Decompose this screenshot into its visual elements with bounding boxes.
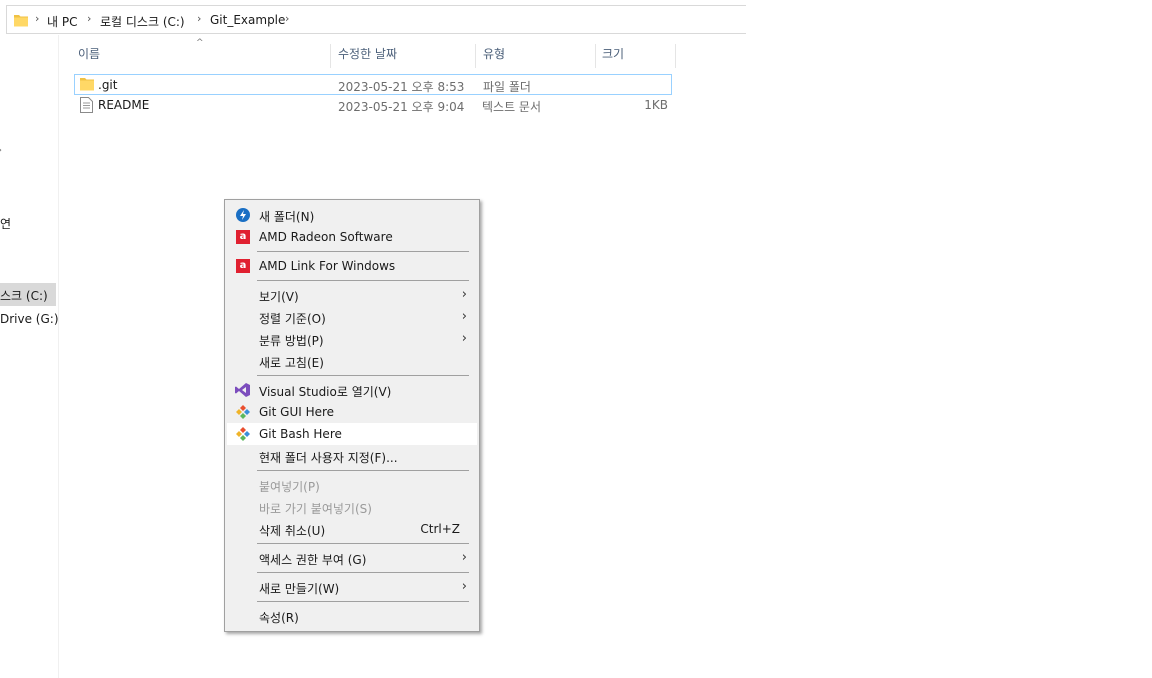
column-header-type[interactable]: 유형 [483, 45, 505, 67]
context-menu: 새 폴더(N) a AMD Radeon Software a AMD Link… [224, 199, 480, 632]
chevron-right-icon[interactable]: › [87, 12, 91, 25]
folder-icon [80, 77, 96, 94]
text-file-icon [80, 97, 93, 116]
menu-label: 새로 고침(E) [259, 356, 324, 370]
menu-separator [257, 543, 469, 544]
shortcut-label: Ctrl+Z [420, 522, 460, 536]
nav-item-partial[interactable]: 연 [0, 215, 11, 232]
menu-label: 현재 폴더 사용자 지정(F)... [259, 451, 398, 465]
navigation-pane: › 연 스크 (C:) Drive (G:) [0, 35, 59, 678]
chevron-right-icon: › [461, 550, 467, 565]
column-divider[interactable] [330, 44, 331, 68]
menu-separator [257, 251, 469, 252]
menu-label: 바로 가기 붙여넣기(S) [259, 502, 372, 516]
menu-item-git-gui[interactable]: Git GUI Here [227, 401, 477, 423]
menu-item-view[interactable]: 보기(V) › [227, 284, 477, 306]
file-size: 1KB [644, 98, 668, 112]
chevron-right-icon: › [461, 287, 467, 302]
chevron-right-icon[interactable]: › [285, 12, 289, 25]
column-divider[interactable] [675, 44, 676, 68]
folder-icon [13, 12, 29, 31]
sort-ascending-icon: ^ [196, 38, 204, 48]
breadcrumb-git-example[interactable]: Git_Example [210, 13, 285, 27]
file-type: 파일 폴더 [483, 80, 531, 94]
menu-separator [257, 375, 469, 376]
git-gui-icon [235, 404, 251, 420]
new-folder-icon [235, 207, 251, 223]
menu-label: AMD Link For Windows [259, 259, 396, 273]
menu-item-new-folder[interactable]: 새 폴더(N) [227, 204, 477, 226]
file-date: 2023-05-21 오후 9:04 [338, 100, 465, 114]
menu-item-undo-delete[interactable]: 삭제 취소(U) Ctrl+Z [227, 518, 477, 540]
menu-separator [257, 470, 469, 471]
visual-studio-icon [235, 382, 251, 398]
menu-label: 정렬 기준(O) [259, 312, 326, 326]
column-header-date[interactable]: 수정한 날짜 [338, 45, 397, 67]
nav-chevron-icon: › [0, 145, 2, 156]
menu-item-properties[interactable]: 속성(R) [227, 605, 477, 627]
chevron-right-icon: › [461, 331, 467, 346]
column-header-name[interactable]: 이름 [78, 45, 100, 67]
menu-item-customize-folder[interactable]: 현재 폴더 사용자 지정(F)... [227, 445, 477, 467]
menu-label: Visual Studio로 열기(V) [259, 385, 392, 399]
menu-label: 새 폴더(N) [259, 210, 315, 224]
menu-separator [257, 280, 469, 281]
file-type: 텍스트 문서 [482, 100, 542, 114]
chevron-right-icon: › [461, 579, 467, 594]
menu-label: 보기(V) [259, 290, 299, 304]
menu-label: 붙여넣기(P) [259, 480, 320, 494]
menu-item-paste[interactable]: 붙여넣기(P) [227, 474, 477, 496]
file-row[interactable]: .git 2023-05-21 오후 8:53 파일 폴더 [74, 74, 672, 95]
menu-label: Git GUI Here [259, 405, 335, 419]
menu-label: Git Bash Here [259, 427, 342, 441]
menu-item-group-by[interactable]: 분류 방법(P) › [227, 328, 477, 350]
menu-item-git-bash[interactable]: Git Bash Here [227, 423, 477, 445]
menu-item-refresh[interactable]: 새로 고침(E) [227, 350, 477, 372]
menu-item-open-visual-studio[interactable]: Visual Studio로 열기(V) [227, 379, 477, 401]
column-divider[interactable] [595, 44, 596, 68]
menu-label: 분류 방법(P) [259, 334, 324, 348]
nav-item-google-drive[interactable]: Drive (G:) [0, 312, 59, 326]
chevron-right-icon[interactable]: › [197, 12, 201, 25]
menu-label: 속성(R) [259, 611, 299, 625]
file-row[interactable]: README 2023-05-21 오후 9:04 텍스트 문서 1KB [74, 95, 672, 116]
menu-label: 새로 만들기(W) [259, 582, 340, 596]
breadcrumb-this-pc[interactable]: 내 PC [47, 13, 77, 30]
menu-item-new[interactable]: 새로 만들기(W) › [227, 576, 477, 598]
nav-item-local-disk[interactable]: 스크 (C:) [0, 283, 56, 306]
menu-label: 액세스 권한 부여 (G) [259, 553, 367, 567]
menu-label: AMD Radeon Software [259, 230, 393, 244]
menu-separator [257, 572, 469, 573]
chevron-right-icon: › [461, 309, 467, 324]
breadcrumb-local-disk[interactable]: 로컬 디스크 (C:) [100, 13, 185, 30]
menu-item-amd-radeon[interactable]: a AMD Radeon Software [227, 226, 477, 248]
amd-logo-icon: a [236, 230, 250, 244]
file-name: README [98, 98, 150, 112]
column-divider[interactable] [475, 44, 476, 68]
menu-item-give-access[interactable]: 액세스 권한 부여 (G) › [227, 547, 477, 569]
column-header-size[interactable]: 크기 [602, 45, 624, 67]
chevron-right-icon[interactable]: › [35, 12, 39, 25]
menu-item-sort-by[interactable]: 정렬 기준(O) › [227, 306, 477, 328]
amd-logo-icon: a [236, 259, 250, 273]
git-bash-icon [235, 426, 251, 442]
file-name: .git [98, 78, 118, 92]
menu-separator [257, 601, 469, 602]
menu-item-amd-link[interactable]: a AMD Link For Windows [227, 255, 477, 277]
menu-label: 삭제 취소(U) [259, 524, 326, 538]
menu-item-paste-shortcut[interactable]: 바로 가기 붙여넣기(S) [227, 496, 477, 518]
address-bar[interactable]: › 내 PC › 로컬 디스크 (C:) › Git_Example › [6, 5, 746, 34]
file-date: 2023-05-21 오후 8:53 [338, 80, 465, 94]
